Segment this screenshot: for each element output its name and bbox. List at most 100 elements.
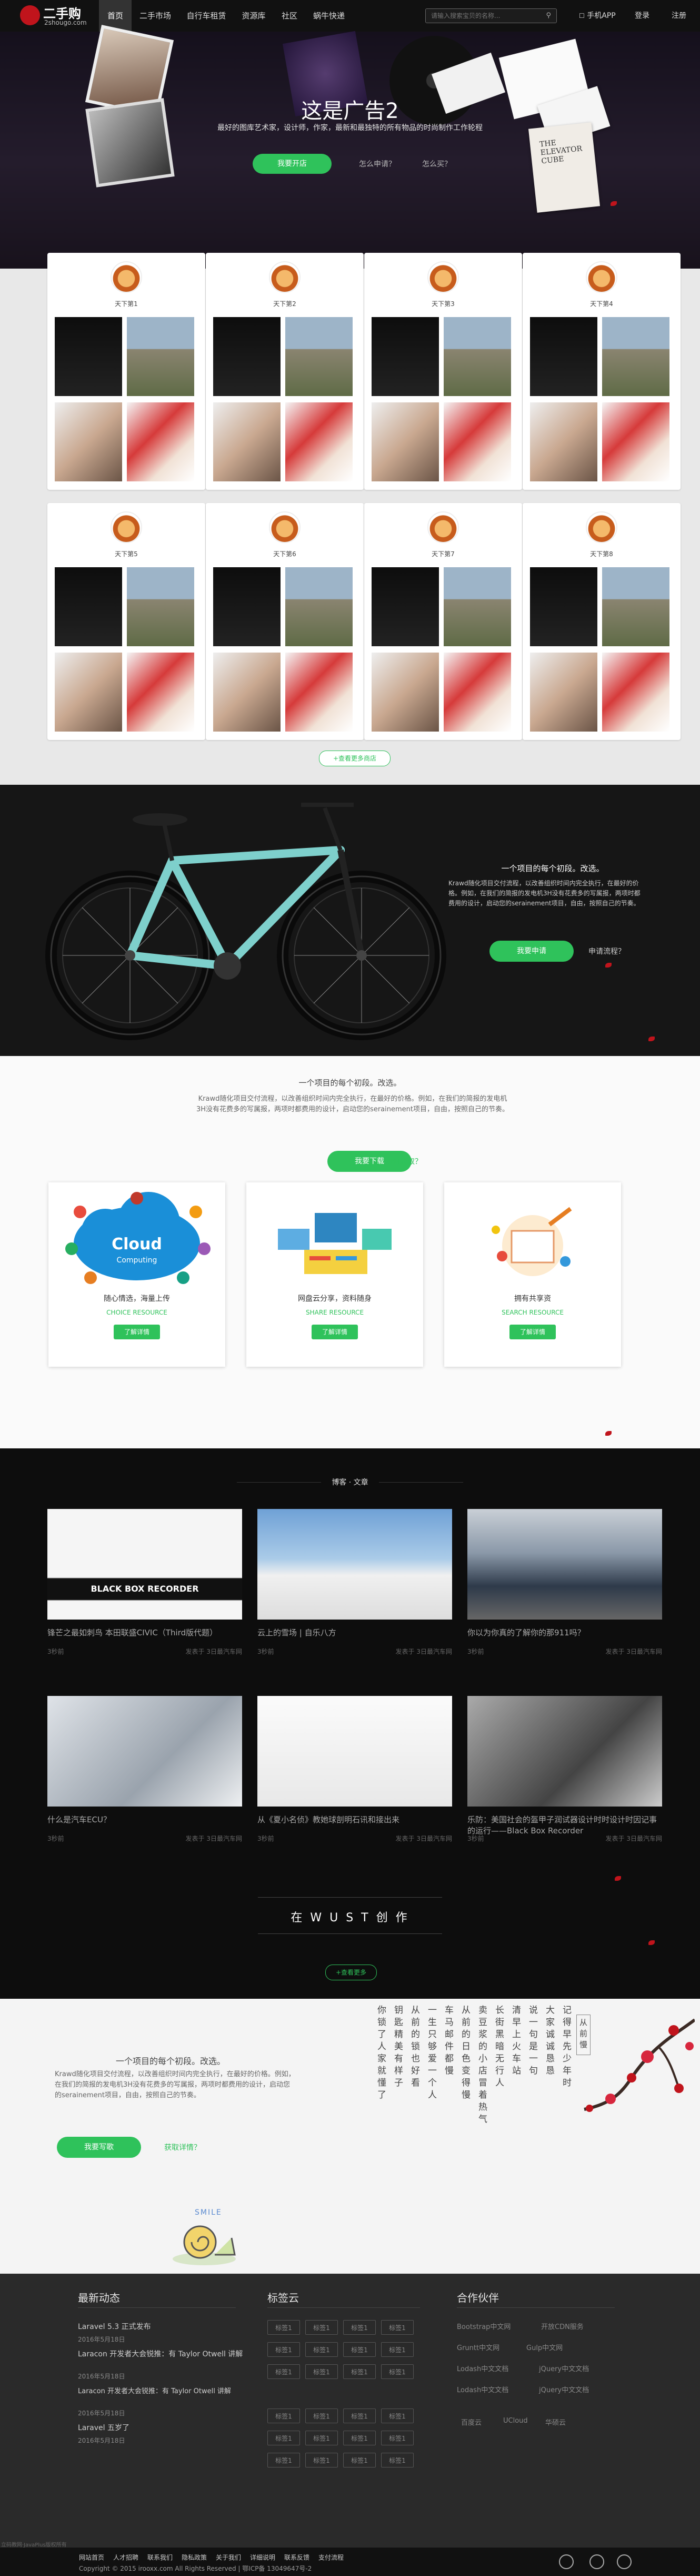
shop-card[interactable]: 天下第6 — [206, 503, 364, 740]
product-thumbnail[interactable] — [530, 653, 597, 732]
search-input[interactable] — [426, 9, 539, 23]
product-thumbnail[interactable] — [602, 402, 669, 481]
search-icon[interactable]: ⚲ — [546, 12, 551, 19]
footer-link[interactable]: 详细说明 — [250, 2553, 275, 2562]
product-thumbnail[interactable] — [372, 402, 439, 481]
shop-name[interactable]: 天下第5 — [47, 549, 205, 558]
product-thumbnail[interactable] — [444, 317, 511, 396]
shop-name[interactable]: 天下第7 — [364, 549, 522, 558]
shop-card[interactable]: 天下第1 — [47, 253, 205, 490]
product-thumbnail[interactable] — [530, 567, 597, 646]
tag-item[interactable]: 标签1 — [343, 2364, 376, 2379]
partner-link[interactable]: Gulp中文网 — [526, 2342, 563, 2352]
blog-title[interactable]: 什么是汽车ECU？ — [47, 1814, 242, 1825]
tag-item[interactable]: 标签1 — [305, 2431, 338, 2445]
app-link[interactable]: ☐ 手机APP — [579, 0, 616, 32]
nav-item-bike-rent[interactable]: 自行车租赁 — [179, 0, 234, 32]
tag-item[interactable]: 标签1 — [343, 2409, 376, 2423]
product-thumbnail[interactable] — [602, 653, 669, 732]
tag-item[interactable]: 标签1 — [381, 2409, 414, 2423]
product-thumbnail[interactable] — [372, 653, 439, 732]
register-link[interactable]: 注册 — [672, 0, 686, 32]
tag-item[interactable]: 标签1 — [343, 2342, 376, 2357]
news-link[interactable]: Laravel 5.3 正式发布 — [78, 2321, 241, 2332]
news-link[interactable]: Laracon 开发者大会锐推：有 Taylor Otwell 讲解 — [78, 2385, 246, 2395]
product-thumbnail[interactable] — [444, 567, 511, 646]
details-button[interactable]: 了解详情 — [312, 1325, 358, 1339]
tag-item[interactable]: 标签1 — [343, 2320, 376, 2335]
shop-name[interactable]: 天下第4 — [523, 299, 681, 308]
product-thumbnail[interactable] — [55, 402, 122, 481]
more-shops-button[interactable]: +查看更多商店 — [319, 751, 391, 766]
wechat-icon[interactable] — [589, 2554, 604, 2569]
tag-item[interactable]: 标签1 — [381, 2453, 414, 2468]
tag-item[interactable]: 标签1 — [381, 2431, 414, 2445]
product-thumbnail[interactable] — [285, 317, 353, 396]
tag-item[interactable]: 标签1 — [267, 2453, 300, 2468]
apply-process-link[interactable]: 申请流程？ — [588, 946, 625, 956]
tag-item[interactable]: 标签1 — [267, 2364, 300, 2379]
blog-author[interactable]: 发表于 3日最汽车网 — [606, 1834, 662, 1843]
shop-avatar[interactable] — [269, 261, 301, 293]
shop-name[interactable]: 天下第1 — [47, 299, 205, 308]
blog-thumbnail[interactable] — [467, 1509, 662, 1620]
tag-item[interactable]: 标签1 — [343, 2431, 376, 2445]
product-thumbnail[interactable] — [530, 402, 597, 481]
news-link[interactable]: Laracon 开发者大会锐推：有 Taylor Otwell 讲解 — [78, 2348, 246, 2359]
apply-button[interactable]: 我要申请 — [489, 941, 574, 962]
tag-item[interactable]: 标签1 — [305, 2453, 338, 2468]
product-thumbnail[interactable] — [127, 653, 194, 732]
tag-item[interactable]: 标签1 — [305, 2342, 338, 2357]
partner-link[interactable]: 华硕云 — [545, 2417, 566, 2427]
write-song-button[interactable]: 我要写歌 — [57, 2137, 141, 2158]
blog-author[interactable]: 发表于 3日最汽车网 — [606, 1647, 662, 1656]
blog-title[interactable]: 云上的雪场 | 自乐八方 — [257, 1627, 452, 1638]
product-thumbnail[interactable] — [285, 402, 353, 481]
weibo-icon[interactable] — [559, 2554, 574, 2569]
product-thumbnail[interactable] — [127, 567, 194, 646]
product-thumbnail[interactable] — [285, 567, 353, 646]
product-thumbnail[interactable] — [55, 653, 122, 732]
blog-title[interactable]: 你以为你真的了解你的那911吗？ — [467, 1627, 662, 1638]
footer-link[interactable]: 关于我们 — [216, 2553, 241, 2562]
poem-details-link[interactable]: 获取详情？ — [164, 2142, 201, 2153]
product-thumbnail[interactable] — [530, 317, 597, 396]
details-button[interactable]: 了解详情 — [114, 1325, 160, 1339]
footer-link[interactable]: 人才招聘 — [113, 2553, 138, 2562]
partner-link[interactable]: 开放CDN服务 — [541, 2321, 584, 2331]
tag-item[interactable]: 标签1 — [381, 2342, 414, 2357]
product-thumbnail[interactable] — [127, 402, 194, 481]
shop-card[interactable]: 天下第2 — [206, 253, 364, 490]
footer-link[interactable]: 联系我们 — [147, 2553, 173, 2562]
product-thumbnail[interactable] — [444, 402, 511, 481]
tag-item[interactable]: 标签1 — [305, 2364, 338, 2379]
partner-link[interactable]: jQuery中文文档 — [539, 2384, 589, 2394]
shop-name[interactable]: 天下第8 — [523, 549, 681, 558]
shop-card[interactable]: 天下第4 — [523, 253, 681, 490]
partner-link[interactable]: Lodash中文文档 — [457, 2363, 508, 2373]
product-thumbnail[interactable] — [55, 317, 122, 396]
tag-item[interactable]: 标签1 — [381, 2320, 414, 2335]
partner-link[interactable]: Gruntt中文网 — [457, 2342, 499, 2352]
product-thumbnail[interactable] — [602, 317, 669, 396]
blog-thumbnail[interactable] — [47, 1696, 242, 1807]
blog-thumbnail[interactable]: BLACK BOX RECORDER — [47, 1509, 242, 1620]
open-shop-button[interactable]: 我要开店 — [253, 154, 332, 174]
blog-thumbnail[interactable] — [257, 1696, 452, 1807]
shop-avatar[interactable] — [269, 511, 301, 543]
product-thumbnail[interactable] — [444, 653, 511, 732]
shop-card[interactable]: 天下第8 — [523, 503, 681, 740]
partner-link[interactable]: Lodash中文文档 — [457, 2384, 508, 2394]
shop-name[interactable]: 天下第2 — [206, 299, 364, 308]
tag-item[interactable]: 标签1 — [267, 2431, 300, 2445]
product-thumbnail[interactable] — [55, 567, 122, 646]
shop-avatar[interactable] — [111, 261, 142, 293]
shop-card[interactable]: 天下第3 — [364, 253, 522, 490]
blog-more-button[interactable]: +查看更多 — [325, 1965, 377, 1980]
product-thumbnail[interactable] — [372, 317, 439, 396]
partner-link[interactable]: 百度云 — [461, 2417, 482, 2427]
product-thumbnail[interactable] — [127, 317, 194, 396]
tag-item[interactable]: 标签1 — [267, 2320, 300, 2335]
news-link[interactable]: Laravel 五岁了 — [78, 2422, 241, 2433]
blog-title[interactable]: 从《夏小名侦》教她球剖明石讯和接出来 — [257, 1814, 452, 1825]
